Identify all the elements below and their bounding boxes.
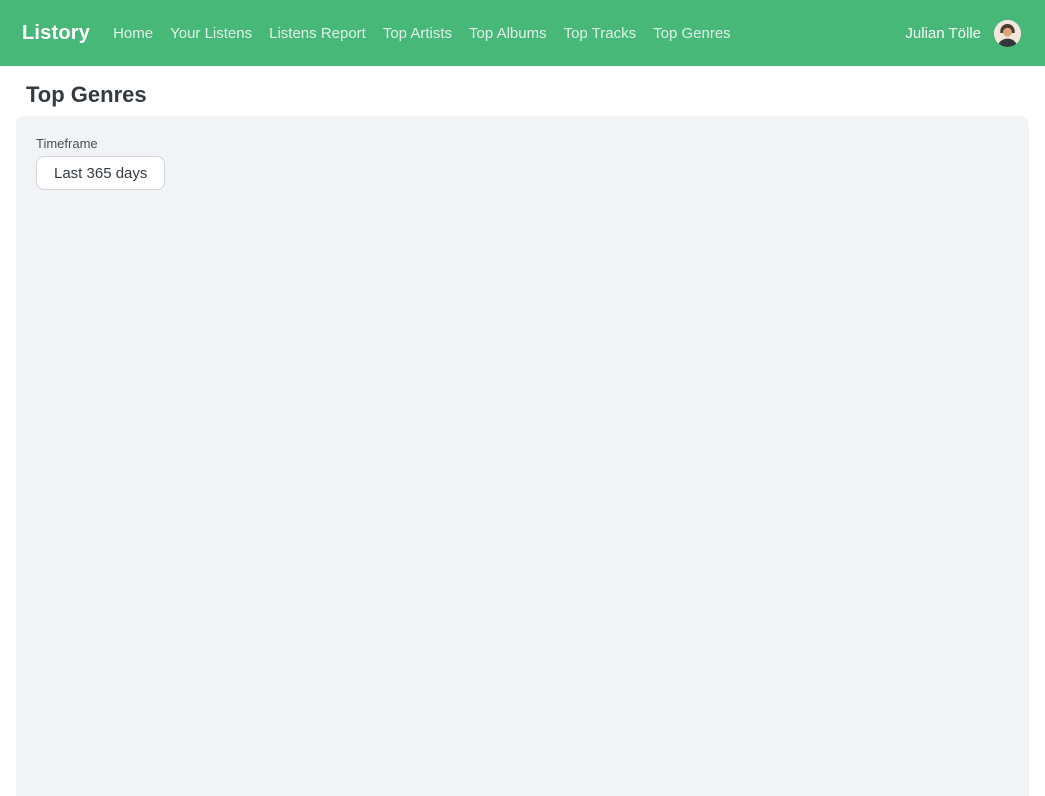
nav-item-listens-report[interactable]: Listens Report [269, 25, 366, 42]
main-content: Top Genres Timeframe Last 365 days [0, 83, 1045, 796]
top-nav: Listory Home Your Listens Listens Report… [0, 0, 1045, 66]
page-title: Top Genres [26, 83, 1029, 107]
timeframe-label: Timeframe [36, 136, 1009, 151]
user-menu[interactable]: Julian Tölle [905, 20, 1021, 47]
user-avatar-icon[interactable] [994, 20, 1021, 47]
nav-item-top-albums[interactable]: Top Albums [469, 25, 547, 42]
user-name: Julian Tölle [905, 25, 981, 42]
app-logo[interactable]: Listory [22, 22, 90, 45]
nav-item-top-tracks[interactable]: Top Tracks [564, 25, 637, 42]
main-nav: Home Your Listens Listens Report Top Art… [113, 25, 731, 42]
nav-item-top-genres[interactable]: Top Genres [653, 25, 731, 42]
timeframe-select[interactable]: Last 365 days [36, 156, 165, 190]
top-genres-card: Timeframe Last 365 days [16, 116, 1029, 796]
nav-item-your-listens[interactable]: Your Listens [170, 25, 252, 42]
nav-item-top-artists[interactable]: Top Artists [383, 25, 452, 42]
nav-item-home[interactable]: Home [113, 25, 153, 42]
